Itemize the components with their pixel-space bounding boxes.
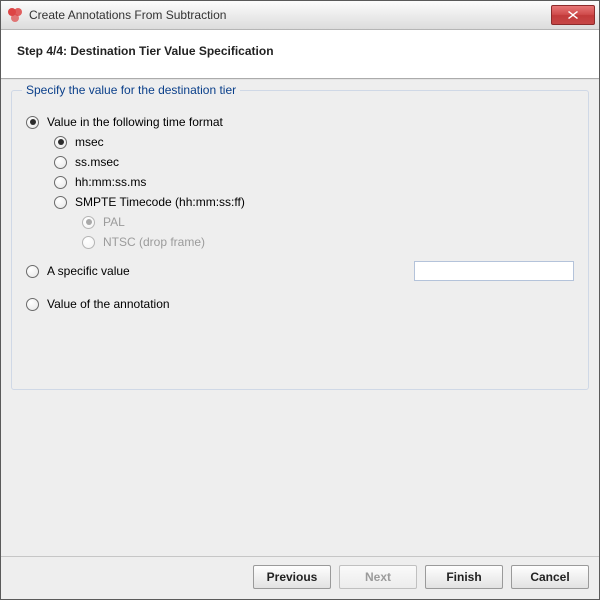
format-hhmmss-label: hh:mm:ss.ms — [75, 175, 146, 189]
option-specific-value-row: A specific value — [26, 261, 574, 281]
previous-button-label: Previous — [267, 570, 318, 584]
body-filler — [11, 390, 589, 556]
finish-button-label: Finish — [446, 570, 481, 584]
option-specific-value[interactable]: A specific value — [26, 264, 130, 278]
specific-value-input[interactable] — [414, 261, 574, 281]
format-smpte[interactable]: SMPTE Timecode (hh:mm:ss:ff) — [54, 195, 574, 209]
smpte-pal-label: PAL — [103, 215, 125, 229]
button-bar: Previous Next Finish Cancel — [1, 556, 599, 599]
dialog-window: Create Annotations From Subtraction Step… — [0, 0, 600, 600]
format-ssmsec-label: ss.msec — [75, 155, 119, 169]
format-ssmsec[interactable]: ss.msec — [54, 155, 574, 169]
radio-icon — [54, 156, 67, 169]
window-title: Create Annotations From Subtraction — [29, 8, 549, 22]
radio-icon — [26, 298, 39, 311]
option-annotation-value-label: Value of the annotation — [47, 297, 170, 311]
radio-icon — [82, 236, 95, 249]
option-time-format-label: Value in the following time format — [47, 115, 223, 129]
cancel-button-label: Cancel — [530, 570, 569, 584]
option-time-format[interactable]: Value in the following time format — [26, 115, 574, 129]
next-button-label: Next — [365, 570, 391, 584]
close-button[interactable] — [551, 5, 595, 25]
format-msec[interactable]: msec — [54, 135, 574, 149]
radio-icon — [26, 116, 39, 129]
format-hhmmss[interactable]: hh:mm:ss.ms — [54, 175, 574, 189]
titlebar: Create Annotations From Subtraction — [1, 1, 599, 30]
radio-icon — [54, 176, 67, 189]
radio-icon — [54, 136, 67, 149]
format-msec-label: msec — [75, 135, 104, 149]
smpte-pal: PAL — [82, 215, 574, 229]
option-specific-value-label: A specific value — [47, 264, 130, 278]
radio-icon — [82, 216, 95, 229]
radio-icon — [54, 196, 67, 209]
finish-button[interactable]: Finish — [425, 565, 503, 589]
wizard-header: Step 4/4: Destination Tier Value Specifi… — [1, 30, 599, 78]
smpte-ntsc: NTSC (drop frame) — [82, 235, 574, 249]
step-label: Step 4/4: Destination Tier Value Specifi… — [17, 44, 583, 58]
option-annotation-value[interactable]: Value of the annotation — [26, 297, 574, 311]
destination-value-group: Specify the value for the destination ti… — [11, 90, 589, 390]
app-icon — [7, 7, 23, 23]
wizard-body: Specify the value for the destination ti… — [1, 80, 599, 556]
group-legend: Specify the value for the destination ti… — [22, 83, 240, 97]
cancel-button[interactable]: Cancel — [511, 565, 589, 589]
format-smpte-label: SMPTE Timecode (hh:mm:ss:ff) — [75, 195, 245, 209]
previous-button[interactable]: Previous — [253, 565, 331, 589]
radio-icon — [26, 265, 39, 278]
close-icon — [568, 11, 578, 19]
next-button: Next — [339, 565, 417, 589]
smpte-ntsc-label: NTSC (drop frame) — [103, 235, 205, 249]
